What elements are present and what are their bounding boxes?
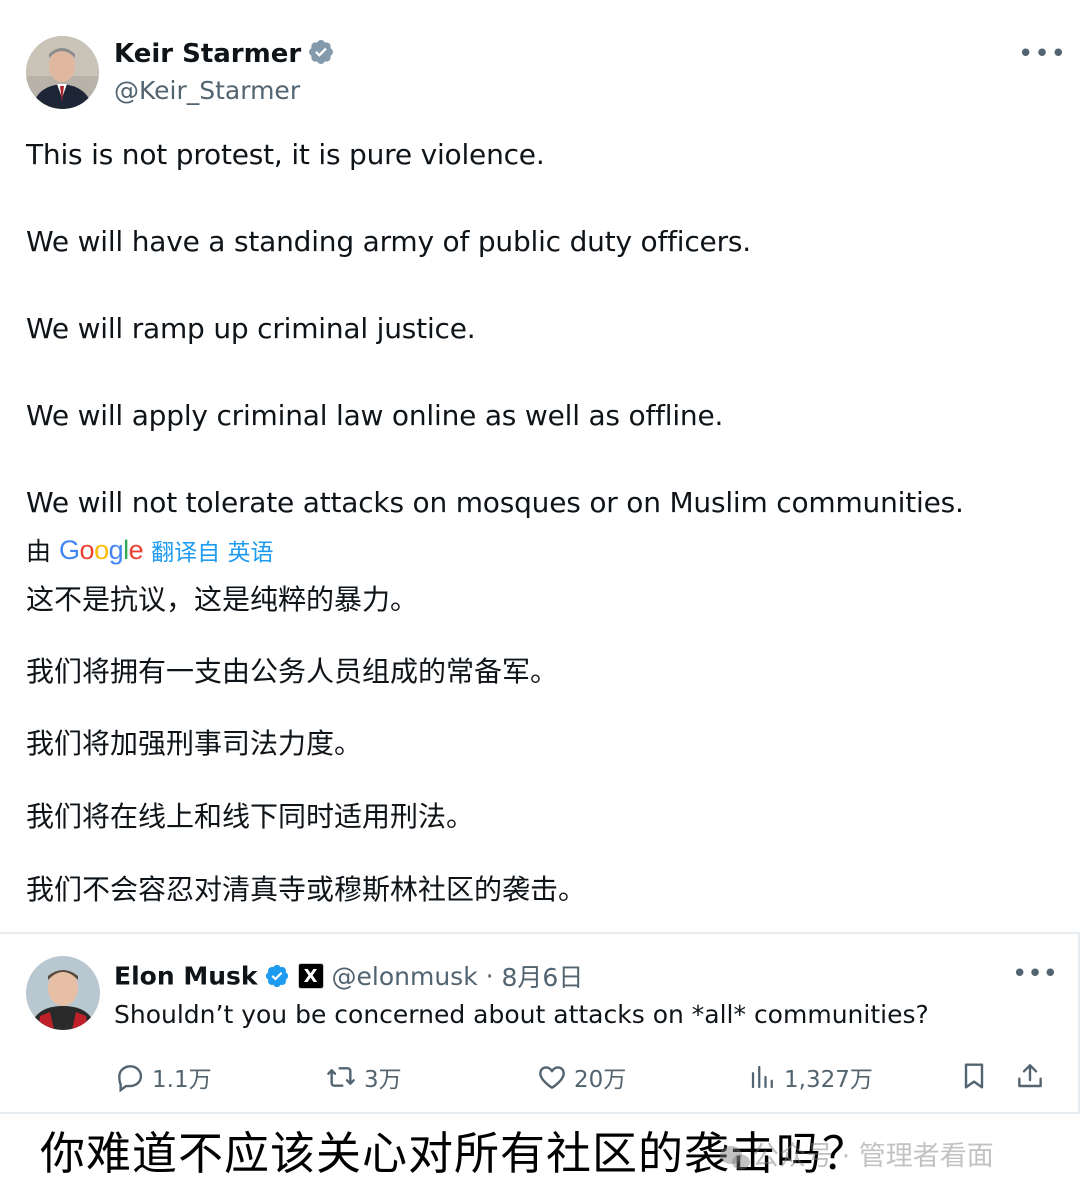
translate-by-label: 由 (26, 537, 52, 566)
heart-icon (539, 1066, 565, 1089)
share-icon (1018, 1064, 1042, 1088)
more-options-icon[interactable]: ••• (1018, 40, 1066, 68)
translation-attribution[interactable]: 由 Google 翻译自 英语 (26, 532, 273, 572)
tweet-line-en-5: We will not tolerate attacks on mosques … (26, 486, 964, 519)
separator-dot: · (477, 961, 502, 991)
tweet-line-zh-3: 我们将加强刑事司法力度。 (26, 727, 363, 760)
watermark: 公众号 · 管理者看面 (718, 1134, 994, 1173)
reply-author-handle[interactable]: @elonmusk (332, 962, 478, 991)
tweet-line-zh-5: 我们不会容忍对清真寺或穆斯林社区的袭击。 (26, 873, 587, 906)
repost-icon (327, 1067, 355, 1087)
tweet-line-en-3: We will ramp up criminal justice. (26, 312, 476, 345)
views-button[interactable]: 1,327万 (748, 1060, 873, 1094)
tweet-line-zh-2: 我们将拥有一支由公务人员组成的常备军。 (26, 655, 559, 688)
google-logo: Google (59, 534, 144, 565)
translated-from-link[interactable]: 翻译自 英语 (151, 540, 273, 566)
repost-count: 3万 (364, 1067, 402, 1093)
share-button[interactable] (1014, 1060, 1046, 1094)
reply-count: 1.1万 (152, 1067, 212, 1093)
tweet-line-en-4: We will apply criminal law online as wel… (26, 399, 724, 432)
like-button[interactable]: 20万 (536, 1060, 626, 1094)
bookmark-button[interactable] (958, 1060, 990, 1094)
wechat-icon (720, 1145, 750, 1169)
author-name[interactable]: Keir Starmer (114, 38, 335, 69)
like-count: 20万 (574, 1067, 627, 1093)
views-chart-icon (751, 1065, 773, 1089)
tweet-line-en-2: We will have a standing army of public d… (26, 225, 751, 258)
reply-avatar[interactable] (26, 956, 100, 1030)
reply-header: Elon Musk X @elonmusk · 8月6日 (114, 958, 583, 994)
reply-button[interactable]: 1.1万 (114, 1060, 212, 1094)
tweet-line-zh-1: 这不是抗议，这是纯粹的暴力。 (26, 583, 419, 616)
verified-badge-icon (265, 964, 288, 988)
watermark-text: 公众号 · 管理者看面 (752, 1141, 994, 1172)
reply-text: Shouldn’t you be concerned about attacks… (114, 1000, 929, 1029)
reply-date[interactable]: 8月6日 (502, 963, 584, 992)
reply-more-options-icon[interactable]: ••• (1012, 960, 1058, 988)
tweet-line-zh-4: 我们将在线上和线下同时适用刑法。 (26, 800, 475, 833)
tweet-line-en-1: This is not protest, it is pure violence… (26, 138, 545, 171)
verified-badge-icon (309, 40, 334, 64)
author-handle[interactable]: @Keir_Starmer (114, 76, 300, 105)
views-count: 1,327万 (784, 1067, 873, 1093)
bookmark-icon (964, 1063, 984, 1089)
repost-button[interactable]: 3万 (324, 1060, 402, 1094)
author-name-text[interactable]: Keir Starmer (114, 39, 301, 69)
author-avatar[interactable] (26, 36, 99, 109)
x-affiliation-badge-icon[interactable]: X (297, 963, 324, 989)
reply-author-name[interactable]: Elon Musk (114, 962, 258, 991)
reply-icon (118, 1065, 143, 1093)
